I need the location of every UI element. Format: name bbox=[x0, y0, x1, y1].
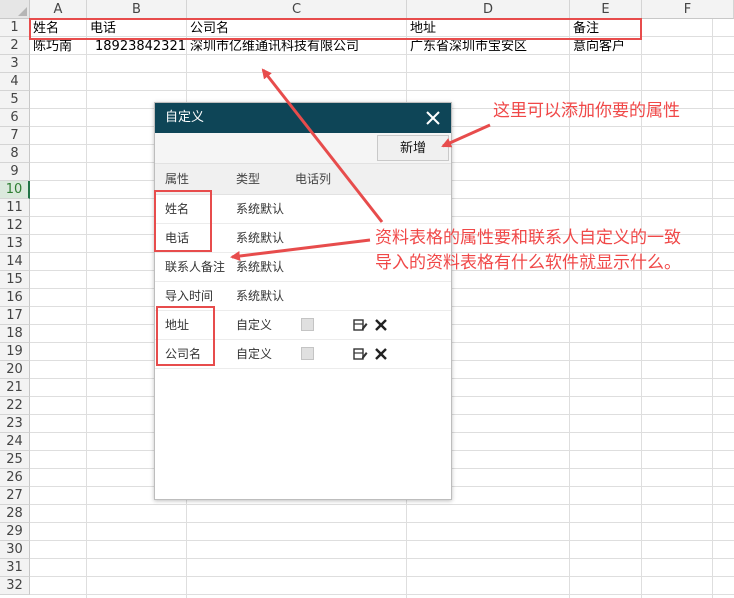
arrow-to-attribute-list bbox=[230, 238, 371, 261]
annotation-arrows bbox=[230, 68, 491, 261]
arrow-to-new-button bbox=[441, 123, 491, 148]
arrow-to-header-row bbox=[261, 68, 384, 223]
